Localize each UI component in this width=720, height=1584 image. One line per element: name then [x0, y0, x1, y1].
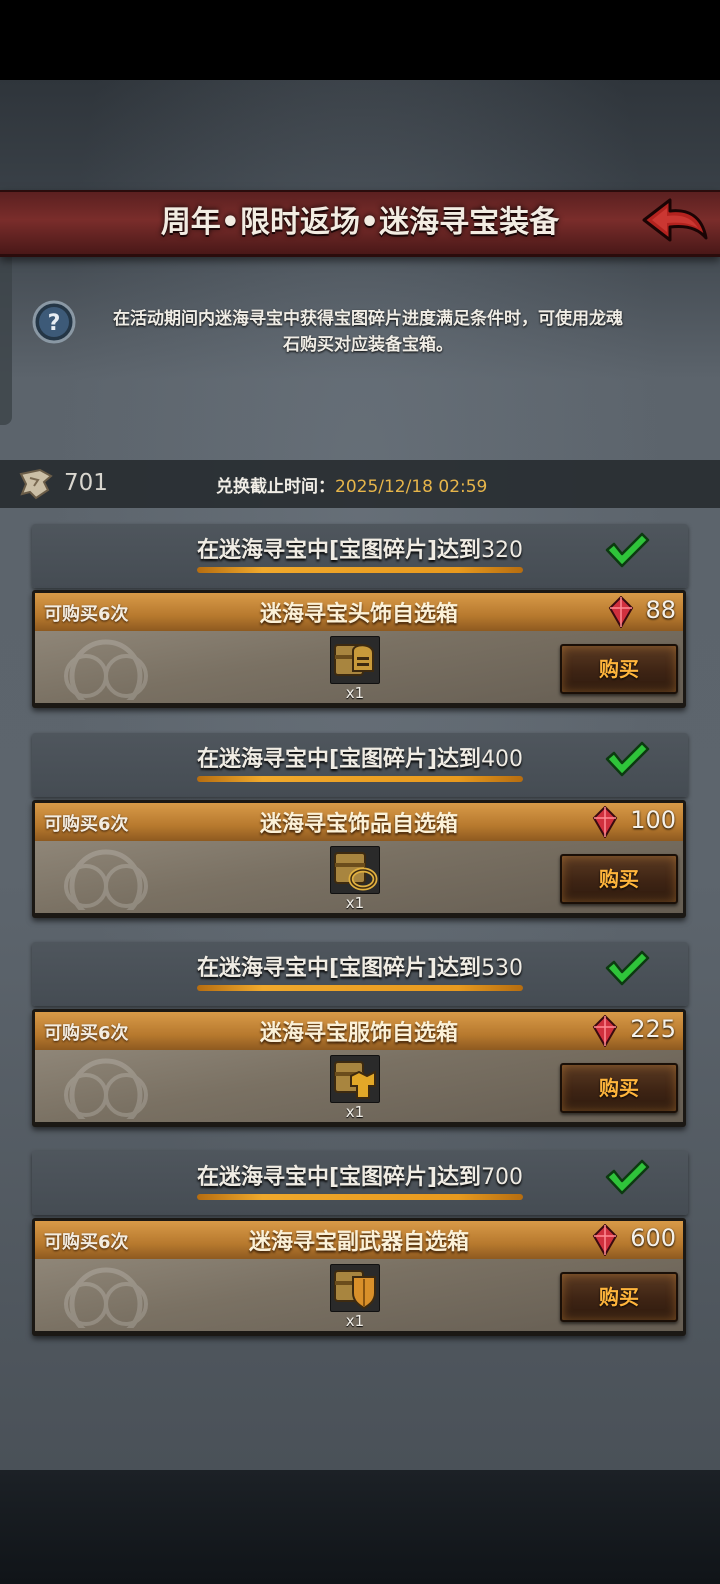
map-fragment-count: 701: [64, 470, 108, 496]
ornament-icon: [64, 1267, 148, 1328]
progress-underline: [197, 567, 523, 573]
soul-stone-icon: [592, 806, 618, 838]
progress-underline: [197, 776, 523, 782]
buy-button-label: 购买: [599, 867, 639, 891]
progress-underline: [197, 1194, 523, 1200]
item-name: 迷海寻宝头饰自选箱: [259, 602, 458, 627]
item-card: 可购买6次 迷海寻宝头饰自选箱 88 x1 购买: [32, 590, 686, 708]
item-name: 迷海寻宝服饰自选箱: [259, 1021, 458, 1046]
buy-button[interactable]: 购买: [560, 1063, 678, 1113]
item-price: 100: [630, 806, 676, 834]
description-line-2: 石购买对应装备宝箱。: [283, 335, 453, 355]
item-quantity: x1: [345, 1103, 365, 1121]
check-icon: [605, 1159, 650, 1195]
condition-value: 530: [481, 956, 524, 981]
check-icon: [605, 950, 650, 986]
check-icon: [605, 532, 650, 568]
title-banner: 周年•限时返场•迷海寻宝装备: [0, 190, 720, 257]
item-quantity: x1: [345, 894, 365, 912]
page-title: 周年•限时返场•迷海寻宝装备: [160, 205, 560, 240]
deadline-label: 兑换截止时间：: [216, 477, 335, 497]
buy-button-label: 购买: [599, 1285, 639, 1309]
map-fragment-icon: [18, 468, 54, 502]
buy-button[interactable]: 购买: [560, 644, 678, 694]
tier-condition: 在迷海寻宝中[宝图碎片]达到530: [32, 950, 688, 982]
buy-button-label: 购买: [599, 657, 639, 681]
back-button[interactable]: [640, 194, 710, 250]
buy-button-label: 购买: [599, 1076, 639, 1100]
item-card: 可购买6次 迷海寻宝副武器自选箱 600 x1 购买: [32, 1218, 686, 1336]
item-card: 可购买6次 迷海寻宝服饰自选箱 225 x1 购买: [32, 1009, 686, 1127]
condition-value: 400: [481, 747, 524, 772]
event-description: 在活动期间内迷海寻宝中获得宝图碎片进度满足条件时，可使用龙魂 石购买对应装备宝箱…: [88, 306, 648, 358]
help-icon[interactable]: ?: [32, 300, 76, 344]
item-price: 225: [630, 1015, 676, 1043]
item-quantity: x1: [345, 684, 365, 702]
item-name: 迷海寻宝副武器自选箱: [248, 1230, 469, 1255]
soul-stone-icon: [608, 596, 634, 628]
back-arrow-icon: [642, 198, 708, 242]
item-name: 迷海寻宝饰品自选箱: [259, 812, 458, 837]
item-slot[interactable]: [330, 1264, 380, 1312]
check-icon: [605, 741, 650, 777]
item-price: 88: [645, 596, 676, 624]
condition-text: 在迷海寻宝中[宝图碎片]达到: [196, 1165, 482, 1190]
bottom-bar: [0, 1470, 720, 1584]
item-slot[interactable]: [330, 1055, 380, 1103]
description-line-1: 在活动期间内迷海寻宝中获得宝图碎片进度满足条件时，可使用龙魂: [113, 309, 623, 329]
tier-condition: 在迷海寻宝中[宝图碎片]达到700: [32, 1159, 688, 1191]
item-price: 600: [630, 1224, 676, 1252]
status-bar: [0, 0, 720, 80]
deadline: 兑换截止时间：2025/12/18 02:59: [216, 472, 487, 497]
ornament-icon: [64, 1058, 148, 1119]
condition-text: 在迷海寻宝中[宝图碎片]达到: [196, 747, 482, 772]
deadline-value: 2025/12/18 02:59: [335, 477, 488, 497]
tier-condition: 在迷海寻宝中[宝图碎片]达到400: [32, 741, 688, 773]
soul-stone-icon: [592, 1015, 618, 1047]
helmet-chest-icon: [334, 644, 374, 676]
tier-header: 在迷海寻宝中[宝图碎片]达到320: [32, 524, 688, 588]
ring-chest-icon: [334, 852, 378, 891]
tier-condition: 在迷海寻宝中[宝图碎片]达到320: [32, 532, 688, 564]
item-quantity: x1: [345, 1312, 365, 1330]
ornament-icon: [64, 639, 148, 700]
condition-text: 在迷海寻宝中[宝图碎片]达到: [196, 956, 482, 981]
condition-value: 320: [481, 538, 524, 563]
condition-value: 700: [481, 1165, 524, 1190]
item-slot[interactable]: [330, 846, 380, 894]
item-card: 可购买6次 迷海寻宝饰品自选箱 100 x1 购买: [32, 800, 686, 918]
progress-underline: [197, 985, 523, 991]
svg-text:?: ?: [48, 311, 61, 336]
ornament-icon: [64, 849, 148, 910]
item-slot[interactable]: [330, 636, 380, 684]
condition-text: 在迷海寻宝中[宝图碎片]达到: [196, 538, 482, 563]
shield-chest-icon: [334, 1270, 376, 1310]
tier-header: 在迷海寻宝中[宝图碎片]达到700: [32, 1151, 688, 1215]
buy-button[interactable]: 购买: [560, 854, 678, 904]
tier-header: 在迷海寻宝中[宝图碎片]达到530: [32, 942, 688, 1006]
armor-chest-icon: [334, 1061, 376, 1099]
buy-button[interactable]: 购买: [560, 1272, 678, 1322]
soul-stone-icon: [592, 1224, 618, 1256]
tier-header: 在迷海寻宝中[宝图碎片]达到400: [32, 733, 688, 797]
